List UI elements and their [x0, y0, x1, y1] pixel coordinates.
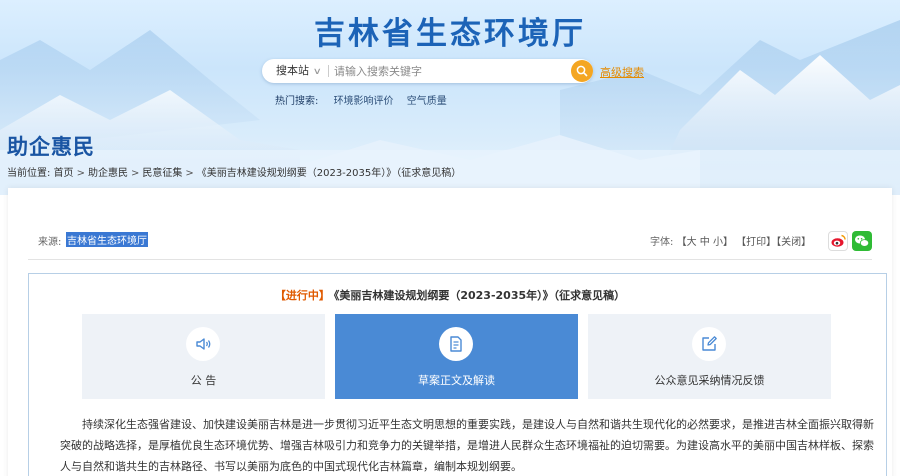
wechat-icon: [855, 235, 870, 247]
font-size-label: 字体:: [650, 237, 674, 248]
status-badge: 【进行中】: [274, 289, 330, 302]
tile-label: 草案正文及解读: [418, 374, 495, 387]
speaker-icon: [196, 338, 211, 350]
breadcrumb-separator: >: [76, 168, 85, 179]
breadcrumb-link-section[interactable]: 助企惠民: [88, 168, 128, 179]
consultation-description: 持续深化生态强省建设、加快建设美丽吉林是进一步贯彻习近平生态文明思想的重要实践，…: [60, 418, 874, 473]
share-weibo-button[interactable]: [828, 231, 848, 251]
consultation-title: 【进行中】 《美丽吉林建设规划纲要（2023-2035年）》（征求意见稿）: [0, 287, 900, 303]
breadcrumb: 当前位置: 首页 > 助企惠民 > 民意征集 > 《美丽吉林建设规划纲要（2023-2035…: [7, 164, 461, 179]
document-icon: [450, 336, 462, 352]
consultation-title-text: 《美丽吉林建设规划纲要（2023-2035年）》（征求意见稿）: [333, 289, 626, 302]
edit-icon: [702, 336, 717, 351]
font-bracket-close: 】: [722, 237, 733, 248]
tile-icon-circle: [692, 327, 726, 361]
search-icon: [576, 65, 588, 77]
search-bar: 搜本站 ∨: [262, 59, 593, 83]
search-scope-label: 搜本站: [276, 64, 309, 77]
section-title: 助企惠民: [7, 135, 95, 159]
tile-icon-circle: [439, 327, 473, 361]
hot-search-row: 热门搜索: 环境影响评价 空气质量: [275, 92, 457, 107]
hot-search-item[interactable]: 环境影响评价: [334, 96, 394, 107]
breadcrumb-separator: >: [130, 168, 140, 179]
weibo-icon: [831, 234, 846, 247]
font-small-link[interactable]: 小: [713, 237, 723, 248]
tile-draft-text[interactable]: 草案正文及解读: [335, 314, 578, 399]
search-button[interactable]: [571, 60, 593, 82]
tile-label: 公 告: [190, 374, 217, 387]
print-link[interactable]: 【打印】: [736, 237, 776, 248]
tile-label: 公众意见采纳情况反馈: [654, 374, 765, 387]
source-value: 吉林省生态环境厅: [66, 232, 148, 247]
close-link[interactable]: 【关闭】: [776, 237, 811, 248]
advanced-search-link[interactable]: 高级搜索: [600, 64, 644, 80]
tile-icon-circle: [186, 327, 220, 361]
breadcrumb-current[interactable]: 《美丽吉林建设规划纲要（2023-2035年）》（征求意见稿）: [197, 168, 462, 179]
article-tools: 字体: 【大 中 小】 【打印】【关闭】: [650, 233, 811, 248]
search-input[interactable]: [334, 61, 554, 81]
search-scope-dropdown[interactable]: 搜本站 ∨: [276, 59, 322, 83]
font-large-link[interactable]: 大: [687, 237, 697, 248]
hot-search-item[interactable]: 空气质量: [407, 96, 447, 107]
font-medium-link[interactable]: 中: [700, 237, 710, 248]
source-label: 来源:: [38, 237, 62, 248]
breadcrumb-prefix: 当前位置:: [7, 168, 51, 179]
breadcrumb-link-category[interactable]: 民意征集: [142, 168, 182, 179]
breadcrumb-separator: >: [185, 168, 194, 179]
breadcrumb-link-home[interactable]: 首页: [54, 168, 74, 179]
hot-search-label: 热门搜索:: [275, 96, 319, 107]
article-meta: 来源: 吉林省生态环境厅 字体: 【大 中 小】 【打印】【关闭】: [38, 231, 874, 249]
header-banner: 吉林省生态环境厅 搜本站∨ 高级搜索 热门搜索: 环境影响评价 空气质量 助企惠…: [0, 0, 900, 195]
tile-announcement[interactable]: 公 告: [82, 314, 325, 399]
meta-divider: [28, 259, 872, 260]
font-bracket-open: 【: [676, 237, 687, 248]
tile-feedback[interactable]: 公众意见采纳情况反馈: [588, 314, 831, 399]
chevron-down-icon: ∨: [312, 67, 322, 77]
share-wechat-button[interactable]: [852, 231, 872, 251]
site-title: 吉林省生态环境厅: [314, 16, 586, 52]
search-divider: [328, 65, 329, 77]
